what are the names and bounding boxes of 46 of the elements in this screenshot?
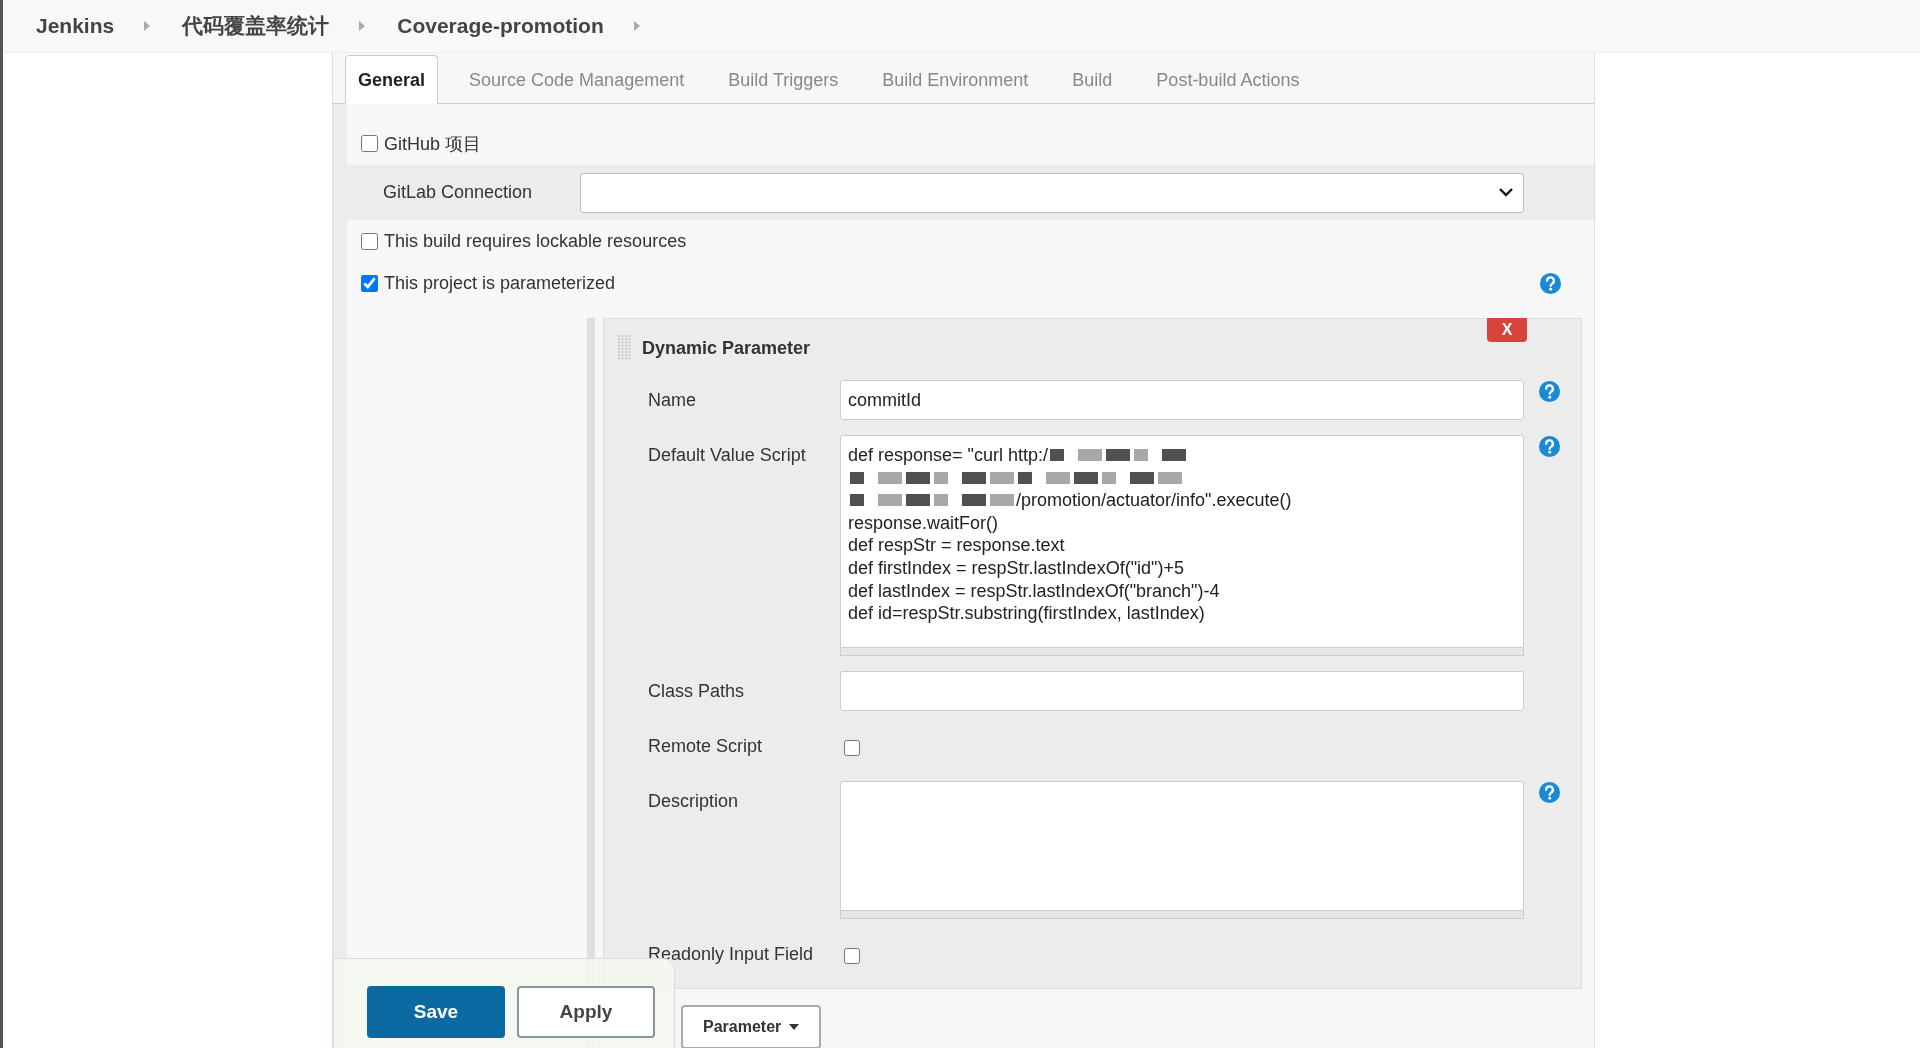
breadcrumb-link[interactable]: 代码覆盖率统计 [182,12,330,40]
field-label: Description [648,790,740,812]
checkbox[interactable] [361,135,378,152]
drag-handle-icon[interactable] [618,335,632,361]
field-label: Name [648,389,697,411]
field-label: Class Paths [648,680,746,702]
delete-button[interactable]: X [1487,318,1527,342]
text-field[interactable]: commitId [840,380,1524,420]
caret-icon[interactable] [359,21,366,31]
field-label: Default Value Script [648,444,807,466]
help-icon[interactable] [1537,435,1561,458]
caret-down-icon [789,1024,800,1030]
checkbox-label: GitHub 项目 [384,132,482,156]
add-parameter-button[interactable]: Parameter [681,1005,822,1048]
field-label: GitLab Connection [383,182,533,203]
checkbox[interactable] [361,274,378,292]
code-line: def id=respStr.substring(firstIndex, lastIndex) [848,602,1205,625]
caret-icon[interactable] [633,21,640,31]
code-line: def response= "curl http:/ [848,444,1048,467]
parameter-title: Dynamic Parameter [642,337,811,359]
checkbox[interactable] [844,740,860,756]
code-line: def respStr = response.text [848,534,1065,557]
text-field[interactable] [840,671,1524,711]
tab[interactable]: General [345,55,439,104]
script-editor[interactable] [840,435,1524,648]
chevron-down-icon [1499,188,1513,197]
save-button[interactable]: Save [367,986,505,1038]
breadcrumb-link[interactable]: Coverage-promotion [397,14,604,38]
connection-select[interactable] [580,172,1524,213]
help-icon[interactable] [1537,380,1561,403]
field-label: Remote Script [648,735,764,757]
breadcrumb-link[interactable]: Jenkins [36,14,115,38]
caret-icon[interactable] [144,21,151,31]
checkbox[interactable] [361,232,378,250]
code-line: /promotion/actuator/info".execute() [1016,489,1292,512]
code-line: def firstIndex = respStr.lastIndexOf("id")+5 [848,556,1184,580]
code-line: response.waitFor() [848,511,999,535]
checkbox[interactable] [844,948,860,964]
help-icon[interactable] [1539,271,1562,295]
code-line: def lastIndex = respStr.lastIndexOf("branch")-4 [848,579,1220,603]
field-label: Readonly Input Field [648,943,815,965]
checkbox-label: This build requires lockable resources [384,230,687,252]
help-icon[interactable] [1537,781,1561,804]
apply-button[interactable]: Apply [517,986,655,1038]
description-field[interactable] [840,781,1524,911]
checkbox-label: This project is parameterized [384,272,616,294]
